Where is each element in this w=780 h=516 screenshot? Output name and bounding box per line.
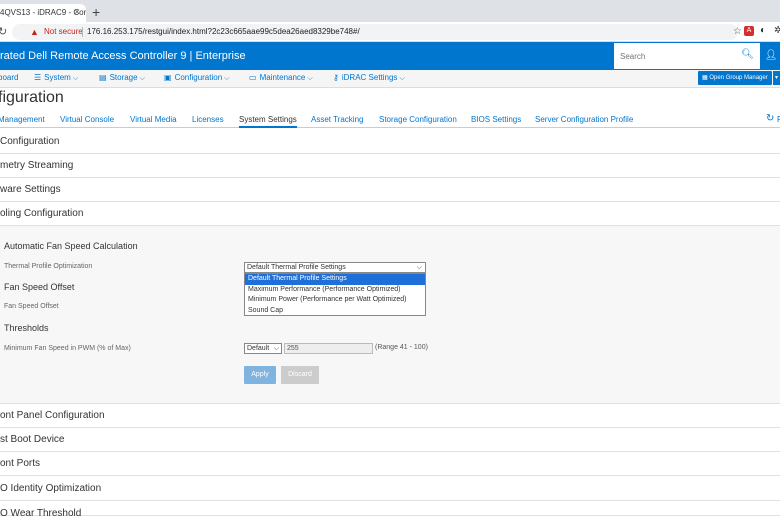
url-text[interactable]: 176.16.253.175/restgui/index.html?2c23c6… [87, 24, 360, 40]
section-header[interactable]: O Wear Threshold [0, 502, 780, 516]
tab-licenses[interactable]: Licenses [192, 115, 224, 124]
chevron-down-icon: ⌵ [307, 75, 313, 82]
omnibox[interactable]: ▲ Not secure 176.16.253.175/restgui/inde… [12, 24, 742, 40]
browser-tab-bar: 4QVS13 - iDRAC9 - Con × + [0, 0, 780, 22]
chevron-down-icon: ⌵ [139, 75, 145, 82]
nav-label: board [0, 73, 19, 82]
tab-asset-tracking[interactable]: Asset Tracking [311, 115, 363, 124]
main-nav: board ☰ System ⌵ ▤ Storage ⌵ ▣ Configuration ⌵… [0, 70, 780, 88]
thermal-profile-select[interactable]: Default Thermal Profile Settings ⌵ [244, 262, 426, 273]
dropdown-option[interactable]: Default Thermal Profile Settings [245, 274, 425, 285]
browser-tab[interactable]: 4QVS13 - iDRAC9 - Con × [0, 4, 86, 22]
search-box: 🔍︎ [613, 42, 761, 70]
thresholds-heading: Thresholds [4, 323, 49, 333]
chevron-down-icon: ⌵ [399, 75, 405, 82]
section-header[interactable]: Configuration [0, 130, 780, 154]
storage-icon: ▤ [99, 73, 107, 82]
nav-dashboard[interactable]: board [0, 73, 18, 82]
not-secure-label[interactable]: Not secure [44, 24, 83, 40]
chevron-down-icon: ⌵ [224, 75, 230, 82]
tab-virtual-console[interactable]: Virtual Console [60, 115, 114, 124]
puzzle-icon[interactable]: ✲ [774, 25, 780, 36]
tab-server-configuration-profile[interactable]: Server Configuration Profile [535, 115, 633, 124]
extension-icon[interactable]: ◐ [760, 25, 766, 36]
reload-icon[interactable]: ↻ [0, 25, 7, 38]
dropdown-option[interactable]: Sound Cap [245, 306, 425, 317]
min-fan-speed-input[interactable]: 255 [284, 343, 373, 354]
tab-system-settings[interactable]: System Settings [239, 115, 297, 128]
tab-storage-configuration[interactable]: Storage Configuration [379, 115, 457, 124]
group-button-label: Open Group Manager [709, 75, 768, 81]
search-icon[interactable]: 🔍︎ [741, 49, 754, 60]
nav-maintenance[interactable]: ▭ Maintenance ⌵ [249, 73, 313, 83]
chevron-down-icon: ⌵ [416, 264, 422, 271]
section-header[interactable]: ont Panel Configuration [0, 404, 780, 428]
nav-label: System [44, 73, 71, 82]
apply-button[interactable]: Apply [244, 366, 276, 384]
key-icon: ⚷ [333, 73, 339, 82]
warning-icon: ▲ [30, 27, 39, 37]
divider [82, 27, 83, 37]
app-title: rated Dell Remote Access Controller 9 | … [0, 50, 246, 62]
address-bar: ↻ ▲ Not secure 176.16.253.175/restgui/in… [0, 22, 780, 42]
discard-button[interactable]: Discard [281, 366, 319, 384]
browser-tab-title: 4QVS13 - iDRAC9 - Con [0, 8, 86, 17]
nav-system[interactable]: ☰ System ⌵ [34, 73, 78, 83]
nav-storage[interactable]: ▤ Storage ⌵ [99, 73, 145, 83]
section-header[interactable]: O Identity Optimization [0, 477, 780, 501]
dropdown-option[interactable]: Maximum Performance (Performance Optimiz… [245, 285, 425, 296]
thermal-profile-dropdown: Default Thermal Profile Settings Maximum… [244, 273, 426, 316]
refresh-icon[interactable]: ↻ [766, 113, 774, 124]
user-icon[interactable]: 👤︎ [762, 42, 780, 70]
fan-offset-heading: Fan Speed Offset [4, 282, 75, 292]
auto-fan-heading: Automatic Fan Speed Calculation [4, 241, 138, 251]
page-title: figuration [0, 89, 64, 106]
nav-configuration[interactable]: ▣ Configuration ⌵ [164, 73, 229, 83]
section-header[interactable]: ware Settings [0, 178, 780, 202]
nav-idrac-settings[interactable]: ⚷ iDRAC Settings ⌵ [333, 73, 405, 83]
section-header[interactable]: st Boot Device [0, 428, 780, 452]
config-icon: ▣ [164, 73, 172, 82]
min-fan-speed-label: Minimum Fan Speed in PWM (% of Max) [4, 345, 131, 352]
nav-label: Maintenance [259, 73, 306, 82]
section-header-cooling[interactable]: oling Configuration [0, 202, 780, 226]
app-header: rated Dell Remote Access Controller 9 | … [0, 42, 780, 70]
maintenance-icon: ▭ [249, 73, 257, 82]
open-group-manager-button[interactable]: ▦ Open Group Manager [698, 71, 772, 85]
chevron-down-icon: ⌵ [72, 75, 79, 82]
nav-label: Configuration [174, 73, 223, 82]
tab-management[interactable]: Management [0, 115, 45, 124]
fan-offset-label: Fan Speed Offset [4, 303, 59, 310]
nav-label: Storage [109, 73, 138, 82]
new-tab-icon[interactable]: + [92, 4, 100, 20]
list-icon: ☰ [34, 73, 42, 82]
tab-bios-settings[interactable]: BIOS Settings [471, 115, 521, 124]
nav-label: iDRAC Settings [341, 73, 398, 82]
section-header[interactable]: ont Ports [0, 452, 780, 476]
tab-virtual-media[interactable]: Virtual Media [130, 115, 177, 124]
star-icon[interactable]: ☆ [733, 24, 742, 40]
thermal-profile-value: Default Thermal Profile Settings [247, 264, 346, 271]
min-fan-mode-value: Default [247, 345, 270, 352]
thermal-profile-label: Thermal Profile Optimization [4, 263, 93, 270]
search-input[interactable] [614, 43, 734, 69]
min-fan-mode-select[interactable]: Default ⌵ [244, 343, 282, 354]
section-header[interactable]: metry Streaming [0, 154, 780, 178]
close-icon[interactable]: × [74, 7, 80, 18]
dropdown-option[interactable]: Minimum Power (Performance per Watt Opti… [245, 295, 425, 306]
chevron-down-icon: ⌵ [273, 345, 279, 352]
group-dropdown-icon[interactable]: ▾ [773, 71, 780, 85]
config-tabs: Management Virtual Console Virtual Media… [0, 112, 780, 128]
pdf-extension-icon[interactable]: A [744, 26, 754, 36]
min-fan-range: (Range 41 - 100) [375, 344, 428, 351]
